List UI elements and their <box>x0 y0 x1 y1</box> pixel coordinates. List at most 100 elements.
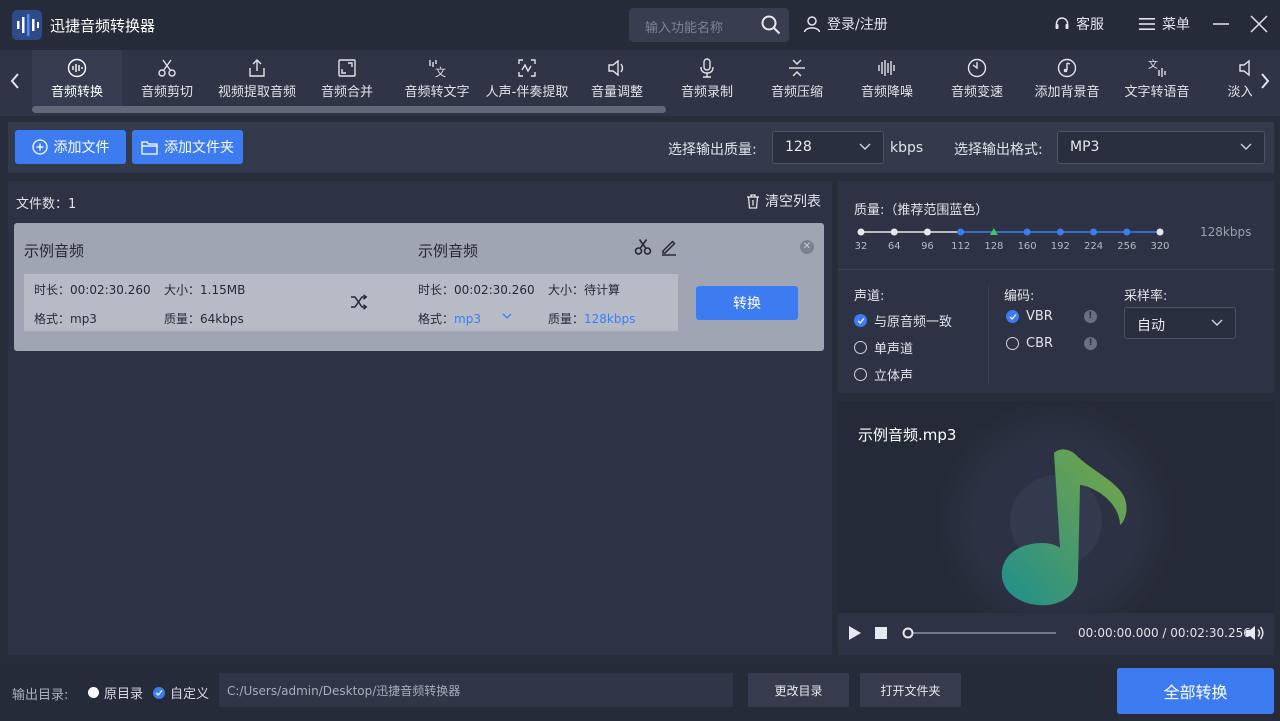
encoding-option[interactable]: CBR! <box>1006 336 1098 351</box>
output-format-field[interactable]: 格式：mp3 <box>418 310 512 327</box>
tab-vocal-extract[interactable]: 人声-伴奏提取 <box>482 50 572 108</box>
clear-list-button[interactable]: 清空列表 <box>746 191 821 211</box>
tab-merge[interactable]: 音频合并 <box>302 50 392 108</box>
change-dir-button[interactable]: 更改目录 <box>748 673 849 707</box>
service-label: 客服 <box>1076 17 1104 33</box>
scroll-left-chevron-icon[interactable] <box>0 50 30 110</box>
scissors-icon[interactable] <box>634 238 652 256</box>
menu-button[interactable]: 菜单 <box>1138 14 1190 34</box>
app-title: 迅捷音频转换器 <box>50 17 156 35</box>
channel-option[interactable]: 单声道 <box>854 338 913 357</box>
tab-audio-to-text[interactable]: 文音频转文字 <box>392 50 482 108</box>
source-size: 大小：1.15MB <box>164 283 246 297</box>
feature-toolbar: 音频转换 音频剪切 视频提取音频 音频合并文音频转文字 人声-伴奏提取 音量调整 音频录制音… <box>0 50 1280 116</box>
plus-circle-icon <box>31 139 48 155</box>
encoding-option[interactable]: VBR! <box>1006 309 1097 324</box>
play-icon[interactable] <box>848 625 862 641</box>
sample-rate-dropdown[interactable]: 自动 <box>1124 307 1236 339</box>
slider-point[interactable] <box>957 228 965 236</box>
convert-all-button[interactable]: 全部转换 <box>1117 668 1274 714</box>
output-format-value[interactable]: mp3 <box>454 312 481 326</box>
custom-dir-label: 自定义 <box>170 687 210 702</box>
slider-point[interactable] <box>923 228 931 236</box>
slider-point[interactable] <box>1090 228 1098 236</box>
file-info-row: 时长：00:02:30.260 大小：1.15MB 格式：mp3 质量：64kb… <box>24 274 678 331</box>
volume-icon[interactable] <box>1245 625 1265 641</box>
slider-point[interactable] <box>1156 228 1164 236</box>
chevron-down-icon <box>859 143 871 150</box>
channel-option[interactable]: 立体声 <box>854 365 913 384</box>
radio-circle <box>854 341 867 354</box>
scroll-right-chevron-icon[interactable] <box>1252 50 1280 110</box>
slider-point[interactable] <box>890 228 898 236</box>
headset-icon <box>1055 17 1069 29</box>
tab-text-to-speech[interactable]: 文文字转语音 <box>1112 50 1202 108</box>
slider-tick-label: 224 <box>1084 241 1104 252</box>
chevron-down-icon <box>1211 319 1223 326</box>
quality-dropdown[interactable]: 128 <box>772 131 884 164</box>
close-icon[interactable] <box>1247 12 1271 36</box>
option-label: 立体声 <box>874 369 914 384</box>
convert-button[interactable]: 转换 <box>696 286 798 320</box>
quality-title: 质量:（推荐范围蓝色） <box>854 203 989 218</box>
slider-tick-label: 32 <box>854 241 868 252</box>
open-folder-button[interactable]: 打开文件夹 <box>860 673 961 707</box>
slider-tick-label: 96 <box>921 241 934 252</box>
customer-service-button[interactable]: 客服 <box>1054 14 1104 34</box>
minimize-icon[interactable] <box>1210 12 1232 36</box>
add-folder-label: 添加文件夹 <box>164 140 234 156</box>
settings-panel: 质量:（推荐范围蓝色） 32 64 96 112 128 160 192 224 256 320 … <box>838 181 1274 393</box>
svg-text:文: 文 <box>435 65 446 78</box>
title-bar: 迅捷音频转换器 输入功能名称 登录/注册 客服 菜单 <box>0 0 1280 50</box>
tab-microphone[interactable]: 音频录制 <box>662 50 752 108</box>
user-icon <box>803 16 821 33</box>
action-bar: 添加文件 添加文件夹 选择输出质量: 128 kbps 选择输出格式: MP3 <box>8 122 1274 173</box>
info-icon[interactable]: ! <box>1083 310 1097 323</box>
output-duration: 时长：00:02:30.260 <box>418 283 535 297</box>
tab-compress[interactable]: 音频压缩 <box>752 50 842 108</box>
tab-export[interactable]: 视频提取音频 <box>212 50 302 108</box>
tab-music-disc[interactable]: 添加背景音 <box>1022 50 1112 108</box>
slider-point[interactable] <box>1023 228 1031 236</box>
slider-point[interactable] <box>1123 228 1131 236</box>
format-dropdown[interactable]: MP3 <box>1057 131 1265 164</box>
quality-slider[interactable]: 32 64 96 112 128 160 192 224 256 320 <box>854 225 1170 252</box>
tab-fade[interactable]: 淡入淡 <box>1202 50 1252 108</box>
tab-audio-convert[interactable]: 音频转换 <box>32 50 122 108</box>
remove-file-icon[interactable]: ✕ <box>800 240 814 254</box>
chevron-down-icon[interactable] <box>502 313 512 320</box>
original-dir-label: 原目录 <box>104 687 144 702</box>
output-path-field[interactable]: C:/Users/admin/Desktop/迅捷音频转换器 <box>219 673 733 707</box>
radio-circle <box>854 368 867 381</box>
volume-icon <box>608 59 624 77</box>
slider-tick-label: 320 <box>1150 241 1170 252</box>
toolbar-scrollbar[interactable] <box>32 106 666 113</box>
original-dir-radio[interactable]: 原目录 <box>88 683 143 702</box>
search-icon[interactable] <box>761 15 781 35</box>
tab-denoise[interactable]: 音频降噪 <box>842 50 932 108</box>
file-item-card[interactable]: 示例音频 示例音频 ✕ 时长：00:02:30.260 大小：1.15MB 格式… <box>14 223 824 351</box>
search-input[interactable]: 输入功能名称 <box>645 17 723 36</box>
function-search[interactable]: 输入功能名称 <box>629 8 789 42</box>
edit-pencil-icon[interactable] <box>660 238 678 256</box>
compress-icon <box>789 59 805 77</box>
tab-volume[interactable]: 音量调整 <box>572 50 662 108</box>
audio-to-text-icon: 文 <box>429 60 446 78</box>
info-icon[interactable]: ! <box>1084 337 1098 350</box>
seek-bar[interactable] <box>902 627 1058 639</box>
tab-label: 淡入淡 <box>1227 85 1252 100</box>
slider-point[interactable] <box>1056 228 1064 236</box>
add-file-button[interactable]: 添加文件 <box>15 130 126 164</box>
slider-point[interactable] <box>857 228 865 236</box>
quality-slider-track[interactable] <box>854 225 1164 239</box>
quality-value: 128 <box>785 139 812 155</box>
option-label: 与原音频一致 <box>874 315 953 330</box>
stop-icon[interactable] <box>875 627 887 639</box>
add-folder-button[interactable]: 添加文件夹 <box>132 130 243 164</box>
login-button[interactable]: 登录/注册 <box>803 14 888 34</box>
output-dir-label: 输出目录: <box>12 688 69 703</box>
custom-dir-radio[interactable]: 自定义 <box>153 683 209 702</box>
tab-scissors[interactable]: 音频剪切 <box>122 50 212 108</box>
tab-speed[interactable]: 音频变速 <box>932 50 1022 108</box>
channel-option[interactable]: 与原音频一致 <box>854 311 952 330</box>
